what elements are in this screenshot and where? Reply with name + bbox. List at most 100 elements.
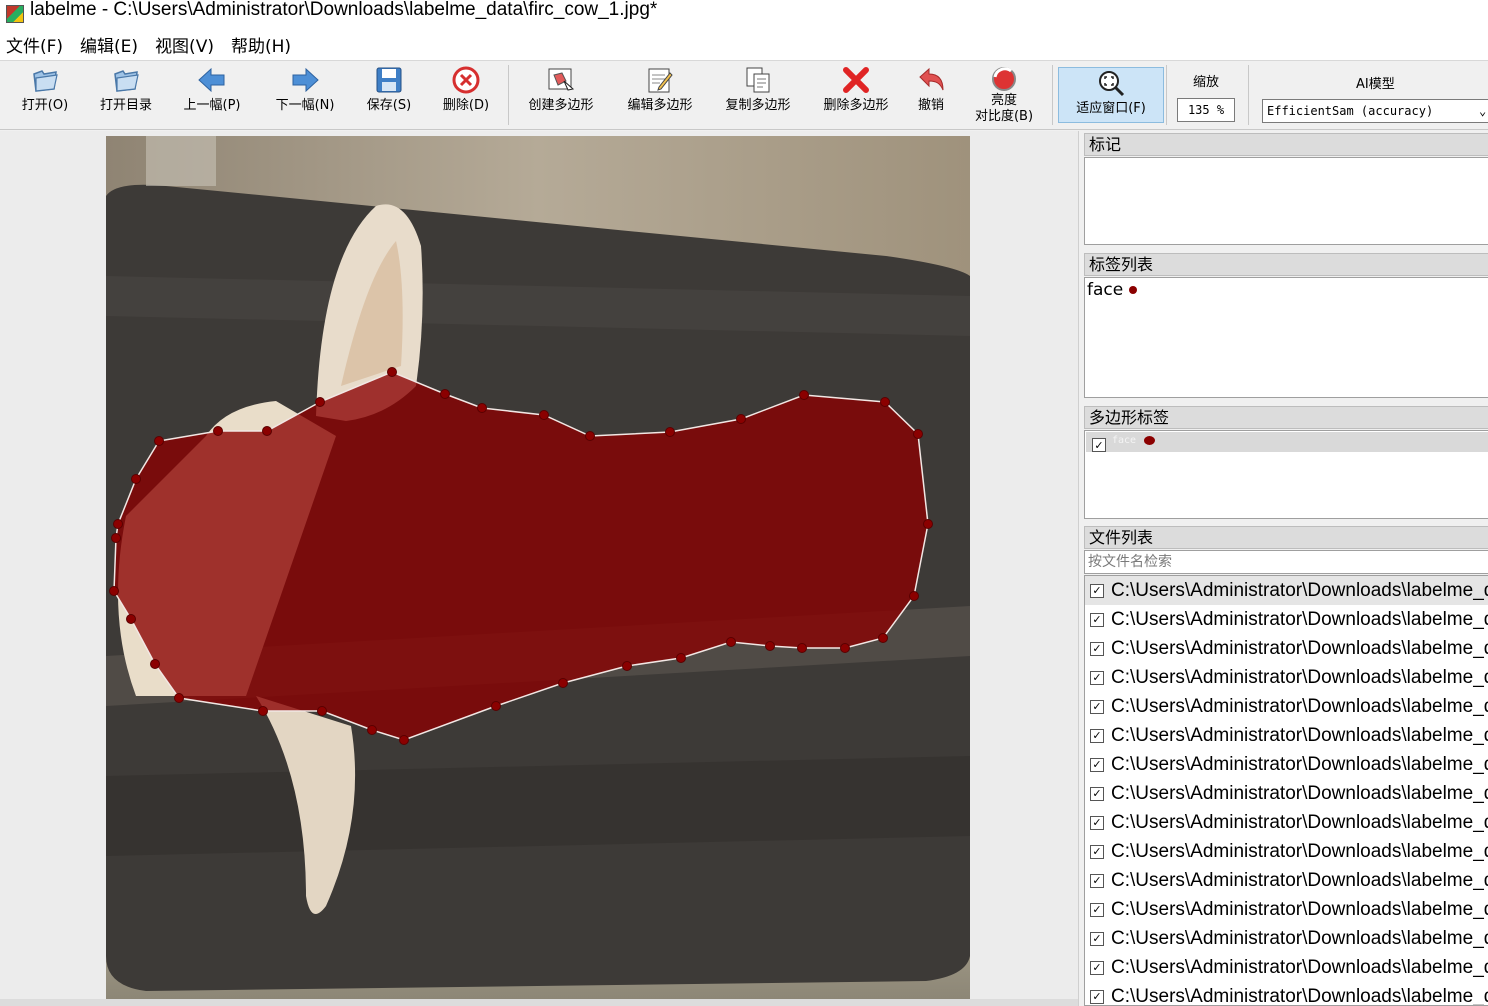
file-checkbox[interactable]: ✓: [1090, 699, 1104, 714]
file-checkbox[interactable]: ✓: [1090, 989, 1104, 1004]
file-list-item[interactable]: ✓ C:\Users\Administrator\Downloads\labelm…: [1085, 605, 1488, 634]
next-image-button[interactable]: 下一幅(N): [264, 65, 346, 127]
label-list-panel-title: 标签列表: [1084, 253, 1488, 276]
ai-model-label: AI模型: [1356, 77, 1395, 92]
canvas-area[interactable]: [0, 131, 1078, 1006]
file-checkbox[interactable]: ✓: [1090, 641, 1104, 656]
fit-window-icon: [1096, 68, 1126, 98]
file-list-item[interactable]: ✓ C:\Users\Administrator\Downloads\labelm…: [1085, 924, 1488, 953]
open-dir-button[interactable]: 打开目录: [90, 65, 162, 127]
zoom-control: 缩放 135 %: [1170, 65, 1242, 127]
file-list-item[interactable]: ✓ C:\Users\Administrator\Downloads\labelm…: [1085, 779, 1488, 808]
canvas-horizontal-scrollbar[interactable]: [0, 999, 1078, 1006]
edit-polygon-button[interactable]: 编辑多边形: [614, 65, 706, 127]
file-checkbox[interactable]: ✓: [1090, 844, 1104, 859]
open-dir-icon: [111, 65, 141, 95]
create-polygon-button[interactable]: 创建多边形: [516, 65, 606, 127]
file-list-item[interactable]: ✓ C:\Users\Administrator\Downloads\labelm…: [1085, 866, 1488, 895]
file-checkbox[interactable]: ✓: [1090, 583, 1104, 598]
file-search-input[interactable]: 按文件名检索: [1084, 550, 1488, 574]
label-list-panel[interactable]: face: [1084, 277, 1488, 398]
file-path: C:\Users\Administrator\Downloads\labelme…: [1111, 782, 1488, 804]
brightness-icon: [989, 65, 1019, 95]
chevron-down-icon: ⌄: [1479, 104, 1487, 118]
file-list[interactable]: ✓ C:\Users\Administrator\Downloads\labelm…: [1084, 575, 1488, 1006]
toolbar-separator: [1248, 65, 1249, 125]
brightness-contrast-button[interactable]: 亮度 对比度(B): [962, 65, 1046, 127]
file-checkbox[interactable]: ✓: [1090, 612, 1104, 627]
ai-model-control: AI模型 EfficientSam (accuracy) ⌄: [1258, 65, 1488, 127]
open-button[interactable]: 打开(O): [10, 65, 80, 127]
file-checkbox[interactable]: ✓: [1090, 757, 1104, 772]
file-path: C:\Users\Administrator\Downloads\labelme…: [1111, 985, 1488, 1006]
file-path: C:\Users\Administrator\Downloads\labelme…: [1111, 927, 1488, 949]
ai-model-select[interactable]: EfficientSam (accuracy) ⌄: [1262, 99, 1488, 123]
file-path: C:\Users\Administrator\Downloads\labelme…: [1111, 637, 1488, 659]
file-list-item[interactable]: ✓ C:\Users\Administrator\Downloads\labelm…: [1085, 634, 1488, 663]
file-path: C:\Users\Administrator\Downloads\labelme…: [1111, 724, 1488, 746]
fit-window-button[interactable]: 适应窗口(F): [1058, 67, 1164, 123]
zoom-spinbox[interactable]: 135 %: [1177, 98, 1235, 122]
flags-panel[interactable]: [1084, 157, 1488, 245]
copy-polygon-button[interactable]: 复制多边形: [712, 65, 804, 127]
delete-file-button[interactable]: 删除(D): [432, 65, 500, 127]
menu-edit[interactable]: 编辑(E): [80, 30, 138, 59]
undo-icon: [916, 65, 946, 95]
annotated-image[interactable]: [106, 136, 970, 1000]
copy-polygon-icon: [743, 65, 773, 95]
file-checkbox[interactable]: ✓: [1090, 815, 1104, 830]
undo-button[interactable]: 撤销: [908, 65, 954, 127]
file-list-item[interactable]: ✓ C:\Users\Administrator\Downloads\labelm…: [1085, 692, 1488, 721]
file-list-item[interactable]: ✓ C:\Users\Administrator\Downloads\labelm…: [1085, 576, 1488, 605]
save-button[interactable]: 保存(S): [356, 65, 422, 127]
label-color-dot: [1129, 286, 1138, 294]
polygon-labels-panel[interactable]: ✓ face: [1084, 430, 1488, 519]
zoom-label: 缩放: [1192, 75, 1219, 90]
delete-icon: [451, 65, 481, 95]
post: [146, 136, 216, 186]
next-arrow-icon: [290, 65, 320, 95]
file-list-item[interactable]: ✓ C:\Users\Administrator\Downloads\labelm…: [1085, 808, 1488, 837]
file-path: C:\Users\Administrator\Downloads\labelme…: [1111, 956, 1488, 978]
menu-help[interactable]: 帮助(H): [231, 30, 291, 59]
label-list-item[interactable]: face: [1087, 280, 1138, 300]
menu-bar: 文件(F) 编辑(E) 视图(V) 帮助(H): [0, 28, 1488, 60]
file-list-item[interactable]: ✓ C:\Users\Administrator\Downloads\labelm…: [1085, 721, 1488, 750]
menu-file[interactable]: 文件(F): [6, 30, 63, 59]
file-list-item[interactable]: ✓ C:\Users\Administrator\Downloads\labelm…: [1085, 895, 1488, 924]
polygon-color-dot: [1144, 435, 1156, 445]
image-canvas[interactable]: [106, 136, 970, 1000]
file-list-item[interactable]: ✓ C:\Users\Administrator\Downloads\labelm…: [1085, 663, 1488, 692]
prev-arrow-icon: [197, 65, 227, 95]
file-path: C:\Users\Administrator\Downloads\labelme…: [1111, 811, 1488, 833]
toolbar-separator: [1052, 65, 1053, 125]
file-checkbox[interactable]: ✓: [1090, 728, 1104, 743]
file-checkbox[interactable]: ✓: [1090, 960, 1104, 975]
file-list-item[interactable]: ✓ C:\Users\Administrator\Downloads\labelm…: [1085, 982, 1488, 1006]
file-path: C:\Users\Administrator\Downloads\labelme…: [1111, 666, 1488, 688]
polygon-label-row[interactable]: ✓ face: [1086, 432, 1488, 452]
delete-polygon-button[interactable]: 删除多边形: [810, 65, 902, 127]
file-checkbox[interactable]: ✓: [1090, 786, 1104, 801]
file-checkbox[interactable]: ✓: [1090, 902, 1104, 917]
file-path: C:\Users\Administrator\Downloads\labelme…: [1111, 753, 1488, 775]
menu-view[interactable]: 视图(V): [155, 30, 214, 59]
file-path: C:\Users\Administrator\Downloads\labelme…: [1111, 898, 1488, 920]
file-checkbox[interactable]: ✓: [1090, 931, 1104, 946]
file-list-panel-title: 文件列表: [1084, 526, 1488, 549]
file-path: C:\Users\Administrator\Downloads\labelme…: [1111, 579, 1488, 601]
toolbar-separator: [508, 65, 509, 125]
file-checkbox[interactable]: ✓: [1090, 670, 1104, 685]
polygon-visible-checkbox[interactable]: ✓: [1092, 438, 1106, 452]
toolbar: 打开(O) 打开目录 上一幅(P) 下一幅(N) 保存(S) 删除(D) 创建多…: [0, 60, 1488, 130]
file-list-item[interactable]: ✓ C:\Users\Administrator\Downloads\labelm…: [1085, 837, 1488, 866]
file-checkbox[interactable]: ✓: [1090, 873, 1104, 888]
delete-polygon-icon: [841, 65, 871, 95]
file-path: C:\Users\Administrator\Downloads\labelme…: [1111, 840, 1488, 862]
labelme-window: labelme - C:\Users\Administrator\Downloa…: [0, 0, 1488, 1006]
open-icon: [30, 65, 60, 95]
file-list-item[interactable]: ✓ C:\Users\Administrator\Downloads\labelm…: [1085, 750, 1488, 779]
prev-image-button[interactable]: 上一幅(P): [172, 65, 252, 127]
file-path: C:\Users\Administrator\Downloads\labelme…: [1111, 869, 1488, 891]
file-list-item[interactable]: ✓ C:\Users\Administrator\Downloads\labelm…: [1085, 953, 1488, 982]
